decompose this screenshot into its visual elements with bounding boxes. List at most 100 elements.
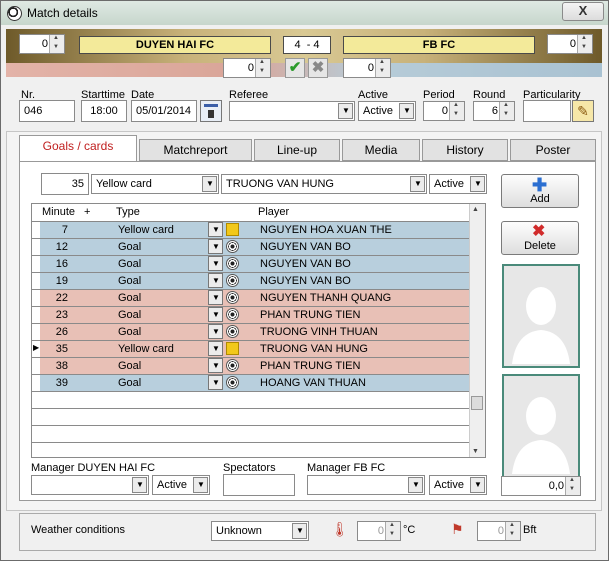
chevron-down-icon[interactable]	[208, 273, 223, 288]
chevron-down-icon[interactable]	[292, 523, 307, 539]
referee-select[interactable]	[229, 101, 355, 121]
chevron-down-icon[interactable]	[208, 341, 223, 356]
match-details-window: Match details X 0 DUYEN HAI FC 4 - 4 FB …	[0, 0, 609, 561]
chevron-down-icon[interactable]	[470, 477, 485, 493]
grid-scrollbar[interactable]: ▲ ▼	[469, 204, 485, 457]
round-spin[interactable]: 6	[473, 101, 515, 121]
tab-goals-cards[interactable]: Goals / cards	[19, 135, 137, 161]
row-gutter[interactable]	[32, 273, 40, 290]
home-spin-input[interactable]: 0	[19, 34, 65, 54]
chevron-down-icon[interactable]	[193, 477, 208, 493]
header-player[interactable]: Player	[258, 206, 289, 218]
header-type[interactable]: Type	[116, 206, 140, 218]
away-spin-input[interactable]: 0	[547, 34, 593, 54]
scroll-down-icon[interactable]: ▼	[472, 448, 479, 455]
row-gutter[interactable]: ▶	[32, 341, 40, 358]
penalty-home-input[interactable]: 0	[223, 58, 271, 78]
manager-away-status-select[interactable]: Active	[429, 475, 487, 495]
chevron-down-icon[interactable]	[208, 256, 223, 271]
chevron-down-icon[interactable]	[208, 222, 223, 237]
tab-media[interactable]: Media	[342, 139, 420, 161]
nr-field[interactable]: 046	[19, 100, 75, 122]
tab-matchreport[interactable]: Matchreport	[139, 139, 252, 161]
table-row[interactable]: 38 Goal PHAN TRUNG TIEN	[40, 358, 470, 375]
date-field[interactable]: 05/01/2014	[131, 100, 197, 122]
row-gutter[interactable]	[32, 222, 40, 239]
spin-arrows-icon[interactable]	[385, 522, 400, 540]
minute-input[interactable]: 35	[41, 173, 89, 195]
spin-arrows-icon[interactable]	[577, 35, 592, 53]
spin-arrows-icon[interactable]	[449, 102, 464, 120]
spin-arrows-icon[interactable]	[49, 35, 64, 53]
confirm-check-icon[interactable]: ✔	[285, 58, 305, 78]
chevron-down-icon[interactable]	[208, 307, 223, 322]
chevron-down-icon[interactable]	[208, 324, 223, 339]
event-type-select[interactable]: Yellow card	[91, 174, 219, 194]
table-row[interactable]: 7 Yellow card NGUYEN HOA XUAN THE	[40, 222, 470, 239]
spin-arrows-icon[interactable]	[565, 477, 580, 495]
spin-arrows-icon[interactable]	[505, 522, 520, 540]
chevron-down-icon[interactable]	[208, 290, 223, 305]
football-icon	[226, 359, 239, 372]
table-row[interactable]: 16 Goal NGUYEN VAN BO	[40, 256, 470, 273]
chevron-down-icon[interactable]	[470, 176, 485, 192]
table-row[interactable]: 19 Goal NGUYEN VAN BO	[40, 273, 470, 290]
header-plus[interactable]: +	[84, 206, 90, 218]
empty-row	[40, 392, 470, 409]
chevron-down-icon[interactable]	[410, 176, 425, 192]
row-type: Goal	[118, 309, 142, 321]
row-gutter[interactable]	[32, 256, 40, 273]
spin-arrows-icon[interactable]	[255, 59, 270, 77]
chevron-down-icon[interactable]	[208, 239, 223, 254]
header-minute[interactable]: Minute	[42, 206, 75, 218]
spin-arrows-icon[interactable]	[375, 59, 390, 77]
manager-home-select[interactable]	[31, 475, 149, 495]
active-select[interactable]: Active	[358, 101, 416, 121]
row-gutter[interactable]	[32, 290, 40, 307]
tab-history[interactable]: History	[422, 139, 508, 161]
weather-select[interactable]: Unknown	[211, 521, 309, 541]
cancel-x-icon[interactable]: ✖	[308, 58, 328, 78]
edit-pencil-icon[interactable]: ✎	[572, 100, 594, 122]
calendar-icon[interactable]	[200, 100, 222, 122]
tab-poster[interactable]: Poster	[510, 139, 596, 161]
period-spin[interactable]: 0	[423, 101, 465, 121]
rating-spin[interactable]: 0,0	[501, 476, 581, 496]
add-button[interactable]: ✚ Add	[501, 174, 579, 208]
starttime-field[interactable]: 18:00	[81, 100, 127, 122]
table-row[interactable]: 35 Yellow card TRUONG VAN HUNG	[40, 341, 470, 358]
tab-line-up[interactable]: Line-up	[254, 139, 340, 161]
chevron-down-icon[interactable]	[338, 103, 353, 119]
chevron-down-icon[interactable]	[208, 358, 223, 373]
chevron-down-icon[interactable]	[202, 176, 217, 192]
row-gutter[interactable]	[32, 375, 40, 392]
row-gutter[interactable]	[32, 358, 40, 375]
row-gutter[interactable]	[32, 307, 40, 324]
table-row[interactable]: 26 Goal TRUONG VINH THUAN	[40, 324, 470, 341]
row-gutter[interactable]	[32, 324, 40, 341]
table-row[interactable]: 39 Goal HOANG VAN THUAN	[40, 375, 470, 392]
manager-away-select[interactable]	[307, 475, 425, 495]
player-select[interactable]: TRUONG VAN HUNG	[221, 174, 427, 194]
table-row[interactable]: 22 Goal NGUYEN THANH QUANG	[40, 290, 470, 307]
chevron-down-icon[interactable]	[408, 477, 423, 493]
temperature-spin[interactable]: 0	[357, 521, 401, 541]
manager-home-status-select[interactable]: Active	[152, 475, 210, 495]
close-button[interactable]: X	[562, 2, 604, 21]
spectators-field[interactable]	[223, 474, 295, 496]
spin-arrows-icon[interactable]	[499, 102, 514, 120]
chevron-down-icon[interactable]	[132, 477, 147, 493]
table-row[interactable]: 23 Goal PHAN TRUNG TIEN	[40, 307, 470, 324]
status-select[interactable]: Active	[429, 174, 487, 194]
row-gutter[interactable]	[32, 239, 40, 256]
table-row[interactable]: 12 Goal NGUYEN VAN BO	[40, 239, 470, 256]
chevron-down-icon[interactable]	[208, 375, 223, 390]
scroll-thumb[interactable]	[471, 396, 483, 410]
chevron-down-icon[interactable]	[399, 103, 414, 119]
penalty-away-input[interactable]: 0	[343, 58, 391, 78]
wind-spin[interactable]: 0	[477, 521, 521, 541]
scroll-up-icon[interactable]: ▲	[472, 206, 479, 213]
manager-away-label: Manager FB FC	[307, 462, 386, 474]
particularity-field[interactable]	[523, 100, 571, 122]
delete-button[interactable]: ✖ Delete	[501, 221, 579, 255]
